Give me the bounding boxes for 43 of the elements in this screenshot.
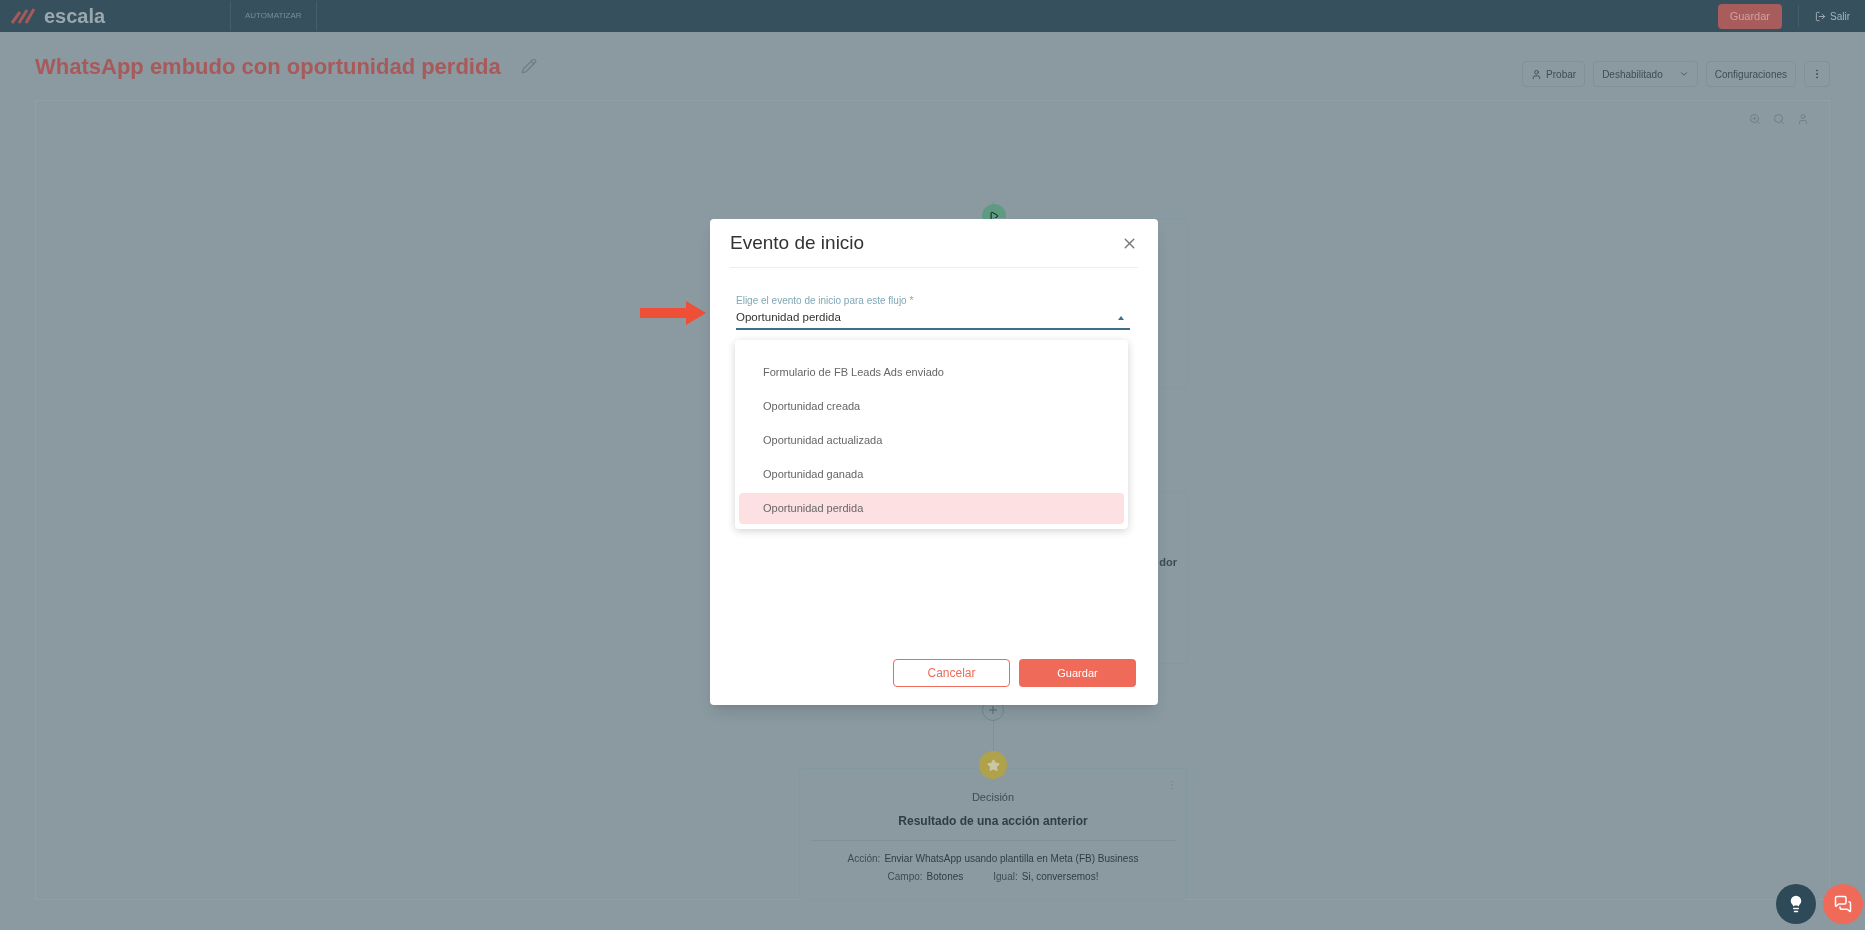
dropdown-option[interactable]: Formulario de FB Leads Ads enviado bbox=[739, 357, 1124, 388]
dropdown-option[interactable]: Oportunidad actualizada bbox=[739, 425, 1124, 456]
exit-icon bbox=[1815, 10, 1826, 22]
page-title: WhatsApp embudo con oportunidad perdida bbox=[35, 52, 501, 81]
search-icon[interactable] bbox=[1773, 113, 1785, 125]
node-title: Resultado de una acción anterior bbox=[898, 812, 1088, 830]
detail-value: Enviar WhatsApp usando plantilla en Meta (FB) Business bbox=[884, 851, 1139, 866]
decision-node-icon bbox=[979, 751, 1007, 779]
event-select[interactable]: Oportunidad perdida bbox=[736, 308, 1130, 330]
detail-label: Campo: bbox=[887, 869, 923, 884]
test-button[interactable]: Probar bbox=[1522, 61, 1586, 87]
chat-icon bbox=[1834, 895, 1852, 913]
detail-label: Igual: bbox=[993, 869, 1018, 884]
detail-label: Acción: bbox=[847, 851, 881, 866]
detail-value: Botones bbox=[926, 869, 964, 884]
logo: escala bbox=[44, 4, 106, 29]
exit-button[interactable]: Salir bbox=[1815, 8, 1850, 24]
field-label: Elige el evento de inicio para este flujo * bbox=[736, 294, 915, 308]
dropdown-option[interactable]: Oportunidad creada bbox=[739, 391, 1124, 422]
chevron-down-icon bbox=[1678, 69, 1689, 79]
decision-card[interactable]: Decisión Resultado de una acción anterior Acción: Enviar WhatsApp usando plantilla en Meta (FB) Business Campo: Botones Igual: Si, conversemos! bbox=[799, 768, 1187, 900]
node-text: dor bbox=[1159, 555, 1177, 570]
pointer-arrow-icon bbox=[640, 301, 706, 325]
nav-link[interactable]: AUTOMATIZAR bbox=[230, 1, 317, 31]
zoom-icon[interactable] bbox=[1749, 113, 1761, 125]
user-icon[interactable] bbox=[1797, 113, 1809, 125]
node-type: Decisión bbox=[971, 790, 1015, 805]
detail-value: Si, conversemos! bbox=[1021, 869, 1099, 884]
caret-icon bbox=[1118, 316, 1124, 320]
save-button[interactable]: Guardar bbox=[1717, 3, 1782, 29]
user-icon bbox=[1531, 68, 1543, 80]
chat-button[interactable] bbox=[1823, 884, 1863, 924]
dropdown-option[interactable]: Oportunidad perdida bbox=[739, 493, 1124, 524]
plus-icon bbox=[987, 704, 999, 716]
save-button[interactable]: Guardar bbox=[1019, 659, 1136, 687]
cancel-button[interactable]: Cancelar bbox=[893, 659, 1010, 687]
edit-icon[interactable] bbox=[520, 58, 537, 74]
tips-button[interactable] bbox=[1776, 884, 1816, 924]
modal-title: Evento de inicio bbox=[730, 230, 865, 255]
more-button[interactable] bbox=[1804, 61, 1830, 87]
status-dropdown[interactable]: Deshabilitado bbox=[1593, 61, 1698, 87]
dropdown-option[interactable]: Oportunidad ganada bbox=[739, 459, 1124, 490]
settings-button[interactable]: Configuraciones bbox=[1705, 61, 1796, 87]
